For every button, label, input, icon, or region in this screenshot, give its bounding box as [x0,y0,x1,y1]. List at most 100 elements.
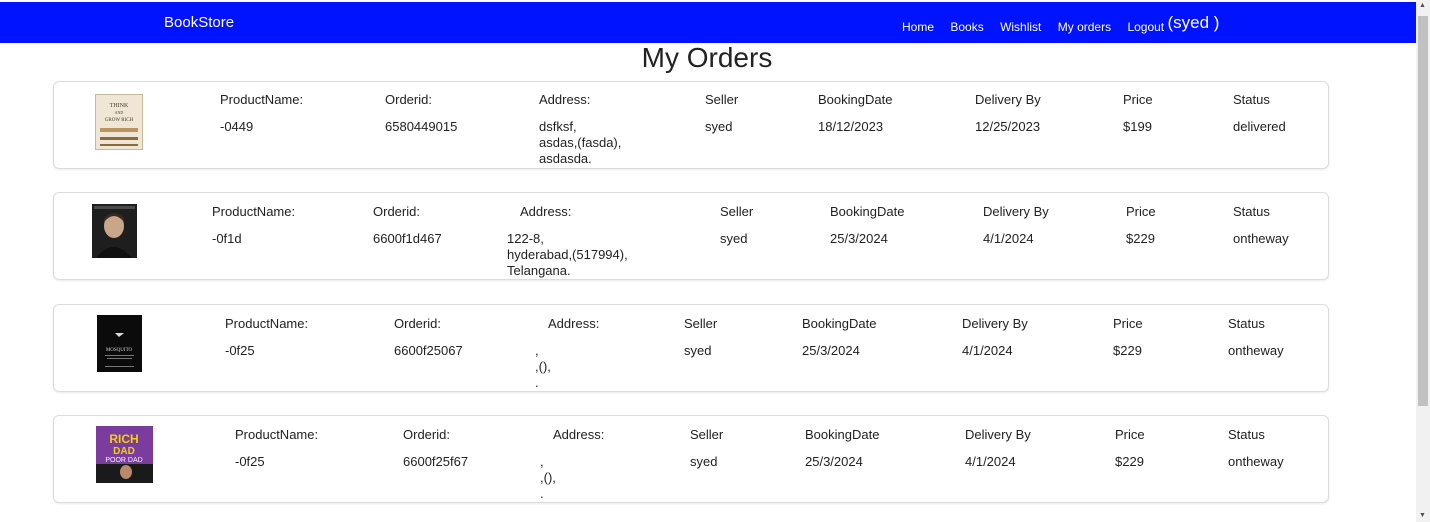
svg-text:GROW RICH: GROW RICH [105,118,134,123]
nav-home-link[interactable]: Home [902,20,934,34]
orderid-value: 6600f25067 [394,343,463,358]
status-label: Status [1228,316,1265,331]
order-card: THINK AND GROW RICH ProductName: Orderid… [53,81,1329,169]
address-value: 122-8, hyderabad,(517994), Telangana. [507,231,628,279]
status-value: ontheway [1228,343,1284,358]
product-name-label: ProductName: [212,204,296,219]
product-name-value: -0449 [220,119,254,134]
booking-date-label: BookingDate [802,316,877,331]
address-line: hyderabad,(517994), [507,247,628,262]
delivery-by-label: Delivery By [962,316,1028,331]
product-name-label: ProductName: [220,92,304,107]
page-title: My Orders [641,42,773,73]
address-line: asdasda. [539,151,592,166]
seller-value: syed [690,454,718,469]
product-name-value: -0f25 [235,454,265,469]
orderid-label: Orderid: [394,316,441,331]
vertical-scrollbar[interactable]: ▲ ▼ [1416,0,1430,522]
address-line: asdas,(fasda), [539,135,622,150]
seller-label: Seller [690,427,724,442]
product-name-value: -0f1d [212,231,242,246]
orderid-value: 6600f25f67 [403,454,469,469]
price-value: $229 [1115,454,1144,469]
status-value: ontheway [1233,231,1289,246]
product-name-label: ProductName: [225,316,309,331]
svg-text:AND: AND [115,110,124,115]
order-card: MOSQUITO ProductName: Orderid: Address: … [53,304,1329,392]
orderid-value: 6600f1d467 [373,231,442,246]
product-name-label: ProductName: [235,427,319,442]
portrait-cover-art [92,204,137,258]
address-label: Address: [548,316,600,331]
price-label: Price [1123,92,1153,107]
seller-value: syed [684,343,712,358]
book-cover-icon: THINK AND GROW RICH [95,94,143,150]
scrollbar-thumb[interactable] [1418,16,1428,406]
booking-date-label: BookingDate [818,92,893,107]
booking-date-label: BookingDate [830,204,905,219]
address-line: ,(), [535,359,551,374]
seller-label: Seller [705,92,739,107]
book-cover-icon: MOSQUITO [97,315,142,372]
seller-label: Seller [720,204,754,219]
product-name-value: -0f25 [225,343,255,358]
status-label: Status [1228,427,1265,442]
seller-value: syed [705,119,733,134]
svg-text:MOSQUITO: MOSQUITO [106,348,133,353]
status-value: ontheway [1228,454,1284,469]
address-value: dsfksf, asdas,(fasda), asdasda. [539,119,621,167]
address-label: Address: [553,427,605,442]
price-value: $229 [1113,343,1142,358]
svg-text:RICH: RICH [109,432,138,446]
address-line: . [535,375,539,390]
delivery-by-label: Delivery By [983,204,1049,219]
seller-label: Seller [684,316,718,331]
nav-logout-link[interactable]: Logout [1127,20,1164,34]
delivery-by-value: 4/1/2024 [962,343,1013,358]
address-line: Telangana. [507,263,571,278]
navbar: BookStore Home Books Wishlist My orders … [0,2,1416,43]
delivery-by-label: Delivery By [975,92,1041,107]
mosquito-cover-art: MOSQUITO [97,315,142,372]
svg-text:POOR DAD: POOR DAD [105,457,142,464]
price-label: Price [1115,427,1145,442]
seller-value: syed [720,231,748,246]
price-label: Price [1113,316,1143,331]
booking-date-value: 18/12/2023 [818,119,884,134]
delivery-by-value: 4/1/2024 [965,454,1016,469]
book-cover-icon: RICH DAD POOR DAD [96,426,153,483]
price-value: $199 [1123,119,1152,134]
status-value: delivered [1233,119,1286,134]
book-cover-icon [92,204,137,258]
nav-wishlist-link[interactable]: Wishlist [1000,20,1041,34]
booking-date-value: 25/3/2024 [830,231,888,246]
price-label: Price [1126,204,1156,219]
address-label: Address: [520,204,572,219]
svg-text:DAD: DAD [113,446,135,457]
address-line: , [540,454,544,469]
address-value: , ,(), . [540,454,556,502]
address-line: . [540,486,544,501]
price-value: $229 [1126,231,1155,246]
brand-logo[interactable]: BookStore [164,14,234,31]
delivery-by-value: 12/25/2023 [975,119,1041,134]
address-line: ,(), [540,470,556,485]
delivery-by-value: 4/1/2024 [983,231,1034,246]
scroll-up-arrow-icon[interactable]: ▲ [1419,2,1426,9]
address-line: , [535,343,539,358]
svg-text:THINK: THINK [110,103,129,109]
booking-date-value: 25/3/2024 [805,454,863,469]
address-label: Address: [539,92,591,107]
nav-links: Home Books Wishlist My orders Logout (sy… [902,13,1232,36]
orderid-label: Orderid: [373,204,420,219]
address-line: dsfksf, [539,119,577,134]
nav-books-link[interactable]: Books [950,20,983,34]
status-label: Status [1233,204,1270,219]
nav-my-orders-link[interactable]: My orders [1058,20,1111,34]
booking-date-label: BookingDate [805,427,880,442]
address-line: 122-8, [507,231,544,246]
scroll-down-arrow-icon[interactable]: ▼ [1419,512,1426,519]
think-and-grow-rich-cover-art: THINK AND GROW RICH [100,103,138,146]
nav-username: (syed ) [1167,13,1220,32]
orderid-label: Orderid: [385,92,432,107]
